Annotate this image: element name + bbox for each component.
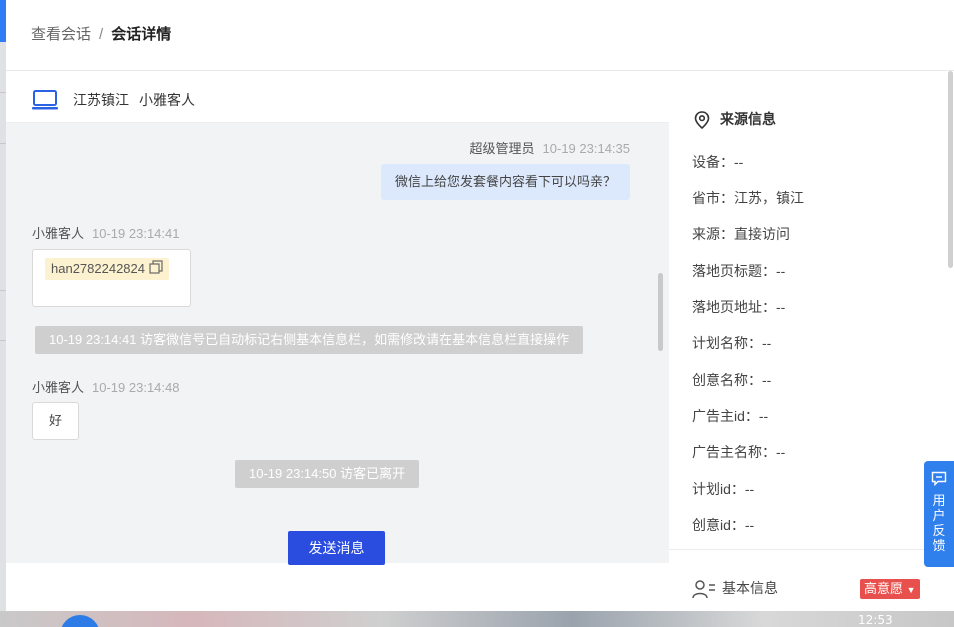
location-text: 江苏镇江 [73, 92, 129, 108]
basic-info-title: 基本信息 [722, 580, 778, 596]
breadcrumb: 查看会话 / 会话详情 [31, 23, 171, 44]
source-row-device: 设备：-- [692, 154, 744, 170]
chat-panel: 江苏镇江 小雅客人 超级管理员 10-19 23:14:35 微信上给您发套餐内容看… [6, 71, 669, 611]
source-row-plan-id: 计划id：-- [692, 481, 755, 497]
location-pin-icon [694, 111, 710, 130]
session-detail-drawer: 查看会话 / 会话详情 江苏镇江 小雅客人 超级管理员 10-19 23:14:35 微… [6, 0, 954, 611]
side-scrollbar[interactable] [948, 71, 953, 268]
visitor-message-bubble: 好 [32, 402, 79, 440]
message-time: 10-19 23:14:41 [92, 226, 180, 241]
chat-header: 江苏镇江 小雅客人 [6, 71, 669, 123]
source-row-province: 省市：江苏，镇江 [692, 190, 804, 206]
chat-scrollbar[interactable] [658, 273, 663, 351]
taskbar-background: 12:53 [0, 611, 954, 627]
system-notice-left: 10-19 23:14:50 访客已离开 [235, 460, 420, 488]
source-row-advertiser-id: 广告主id：-- [692, 408, 769, 424]
app-icon [60, 615, 100, 627]
wechat-id-tag[interactable]: han2782242824 [45, 258, 169, 280]
message-time: 10-19 23:14:48 [92, 380, 180, 395]
copy-icon[interactable] [149, 259, 163, 281]
source-info-panel: 来源信息 设备：-- 省市：江苏，镇江 来源：直接访问 落地页标题：-- 落地页… [669, 71, 954, 611]
source-row-creative-name: 创意名称：-- [692, 372, 772, 388]
feedback-label: 用户反馈 [932, 493, 946, 553]
visitor-message-card: han2782242824 [32, 249, 191, 307]
drawer-header: 查看会话 / 会话详情 [6, 0, 954, 71]
taskbar-clock: 12:53 [858, 613, 893, 627]
source-row-origin: 来源：直接访问 [692, 226, 790, 242]
source-info-title: 来源信息 [694, 109, 776, 130]
divider [669, 549, 954, 550]
message-time: 10-19 23:14:35 [542, 141, 630, 156]
computer-icon [32, 90, 58, 115]
breadcrumb-parent[interactable]: 查看会话 [31, 26, 91, 43]
send-message-button[interactable]: 发送消息 [288, 531, 385, 565]
sender-name: 小雅客人 [32, 226, 85, 241]
source-row-plan-name: 计划名称：-- [692, 335, 772, 351]
message-meta-visitor: 小雅客人 10-19 23:14:41 [32, 223, 179, 242]
source-title-text: 来源信息 [720, 111, 776, 127]
source-row-advertiser-name: 广告主名称：-- [692, 444, 786, 460]
breadcrumb-current: 会话详情 [111, 26, 172, 43]
source-row-landing-title: 落地页标题：-- [692, 263, 786, 279]
user-feedback-button[interactable]: 用户反馈 [924, 461, 954, 567]
sender-name: 小雅客人 [32, 380, 85, 395]
agent-message-bubble: 微信上给您发套餐内容看下可以吗亲？ [380, 164, 630, 200]
message-list[interactable]: 超级管理员 10-19 23:14:35 微信上给您发套餐内容看下可以吗亲？ 小雅… [6, 123, 669, 563]
chat-bubble-icon [924, 471, 954, 491]
sender-name: 超级管理员 [469, 141, 535, 156]
visitor-location: 江苏镇江 小雅客人 [73, 90, 195, 110]
source-row-landing-url: 落地页地址：-- [692, 299, 786, 315]
compose-area: 发送消息 [6, 531, 669, 611]
visitor-name: 小雅客人 [139, 92, 195, 108]
source-row-creative-id: 创意id：-- [692, 517, 755, 533]
message-meta-visitor: 小雅客人 10-19 23:14:48 [32, 377, 179, 396]
basic-info-header[interactable]: 基本信息 [692, 578, 778, 599]
breadcrumb-separator: / [99, 26, 104, 43]
system-notice: 10-19 23:14:41 访客微信号已自动标记右侧基本信息栏，如需修改请在基… [35, 326, 584, 354]
intent-level-text: 高意愿 [864, 581, 904, 596]
user-list-icon [692, 580, 715, 599]
caret-down-icon: ▼ [906, 585, 916, 595]
message-meta-admin: 超级管理员 10-19 23:14:35 [470, 138, 630, 157]
wechat-id-text: han2782242824 [51, 261, 145, 276]
intent-level-dropdown[interactable]: 高意愿 ▼ [860, 579, 920, 599]
